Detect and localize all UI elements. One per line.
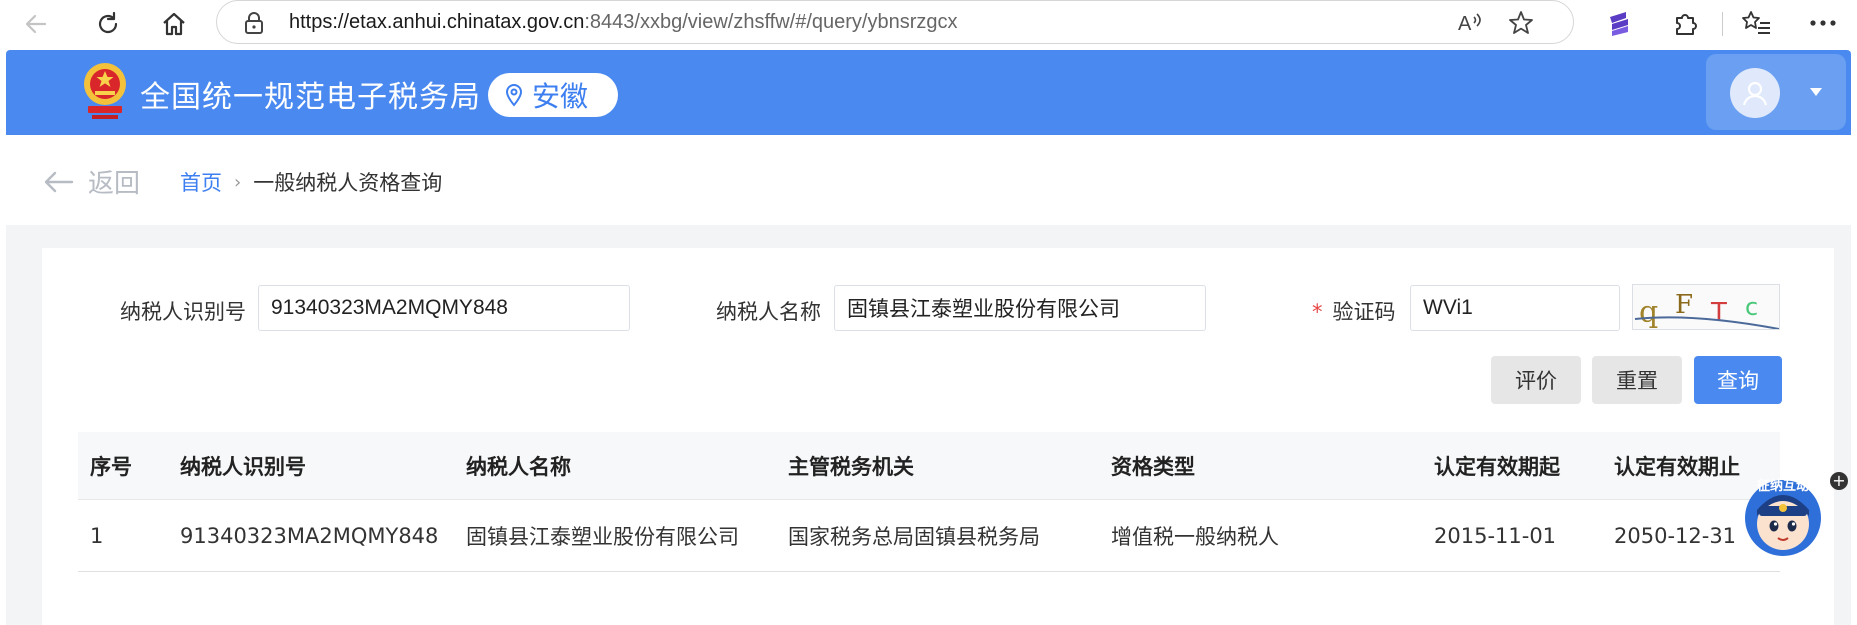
results-table-header: 序号 纳税人识别号 纳税人名称 主管税务机关 资格类型 认定有效期起 认定有效期… [78, 432, 1780, 500]
taxpayer-name-input[interactable]: 固镇县江泰塑业股份有限公司 [834, 285, 1206, 331]
captcha-char: c [1745, 293, 1758, 321]
url-text[interactable]: https://etax.anhui.chinatax.gov.cn:8443/… [289, 11, 958, 34]
refresh-icon[interactable] [90, 6, 126, 42]
extensions-puzzle-icon[interactable] [1670, 8, 1700, 38]
site-title: 全国统一规范电子税务局 [140, 80, 481, 115]
query-button[interactable]: 查询 [1694, 356, 1782, 404]
breadcrumb-current: 一般纳税人资格查询 [253, 171, 443, 195]
toolbar-divider [1722, 12, 1723, 36]
column-header: 资格类型 [1111, 454, 1195, 479]
breadcrumb-bar: 返回 首页 › 一般纳税人资格查询 [6, 135, 1851, 225]
lock-icon[interactable] [243, 11, 265, 40]
user-menu[interactable] [1706, 54, 1846, 130]
favorite-star-icon[interactable] [1507, 9, 1535, 37]
cell-tax-authority: 国家税务总局固镇县税务局 [788, 524, 1040, 549]
captcha-label: * 验证码 [1312, 300, 1396, 324]
column-header: 认定有效期止 [1614, 454, 1740, 479]
breadcrumb-separator: › [234, 171, 242, 193]
reset-button[interactable]: 重置 [1592, 356, 1682, 404]
svg-text:A: A [1458, 13, 1472, 35]
assistant-widget[interactable]: 征纳互动 [1740, 468, 1826, 560]
rate-button[interactable]: 评价 [1491, 356, 1581, 404]
captcha-char: T [1710, 298, 1727, 328]
table-row[interactable]: 1 91340323MA2MQMY848 固镇县江泰塑业股份有限公司 国家税务总… [78, 500, 1780, 572]
back-button[interactable]: 返回 [44, 163, 140, 200]
address-bar[interactable]: https://etax.anhui.chinatax.gov.cn:8443/… [216, 0, 1574, 44]
captcha-input[interactable]: WVi1 [1410, 285, 1620, 331]
extension-stack-icon[interactable] [1604, 8, 1634, 38]
cell-taxpayer-id: 91340323MA2MQMY848 [180, 523, 439, 548]
taxpayer-id-label: 纳税人识别号 [120, 300, 246, 324]
cell-qualification-type: 增值税一般纳税人 [1111, 524, 1279, 549]
column-header: 认定有效期起 [1434, 454, 1560, 479]
breadcrumb-home-link[interactable]: 首页 [180, 167, 222, 197]
back-arrow-icon[interactable] [18, 6, 54, 42]
read-aloud-icon[interactable]: A [1455, 9, 1483, 37]
region-label: 安徽 [532, 80, 589, 113]
widget-badge-text: 征纳互动 [1757, 478, 1809, 494]
cell-taxpayer-name: 固镇县江泰塑业股份有限公司 [466, 524, 739, 549]
user-avatar-icon[interactable] [1730, 68, 1780, 118]
column-header: 主管税务机关 [788, 454, 914, 479]
home-icon[interactable] [156, 6, 192, 42]
taxpayer-name-label: 纳税人名称 [716, 300, 821, 324]
location-pin-icon [504, 83, 524, 107]
cell-valid-to: 2050-12-31 [1614, 523, 1737, 548]
favorites-list-icon[interactable] [1742, 8, 1772, 38]
breadcrumb: 首页 › 一般纳税人资格查询 [180, 167, 442, 197]
column-header: 序号 [90, 454, 132, 479]
cell-index: 1 [90, 523, 104, 548]
column-header: 纳税人识别号 [180, 454, 306, 479]
captcha-image[interactable]: q F T c [1632, 284, 1780, 330]
chevron-down-icon[interactable] [1810, 88, 1822, 96]
captcha-char: F [1675, 290, 1693, 320]
site-header: 全国统一规范电子税务局 安徽 [6, 50, 1851, 135]
arrow-left-icon [44, 171, 74, 192]
column-header: 纳税人名称 [466, 454, 571, 479]
required-mark: * [1312, 300, 1323, 324]
cell-valid-from: 2015-11-01 [1434, 523, 1557, 548]
more-menu-icon[interactable] [1808, 8, 1838, 38]
taxpayer-id-input[interactable]: 91340323MA2MQMY848 [258, 285, 630, 331]
national-emblem-icon [78, 60, 132, 122]
region-selector[interactable]: 安徽 [488, 73, 618, 117]
widget-expand-icon[interactable]: + [1830, 472, 1848, 490]
captcha-char: q [1639, 295, 1658, 330]
browser-toolbar: https://etax.anhui.chinatax.gov.cn:8443/… [0, 0, 1857, 48]
back-label: 返回 [88, 169, 141, 199]
